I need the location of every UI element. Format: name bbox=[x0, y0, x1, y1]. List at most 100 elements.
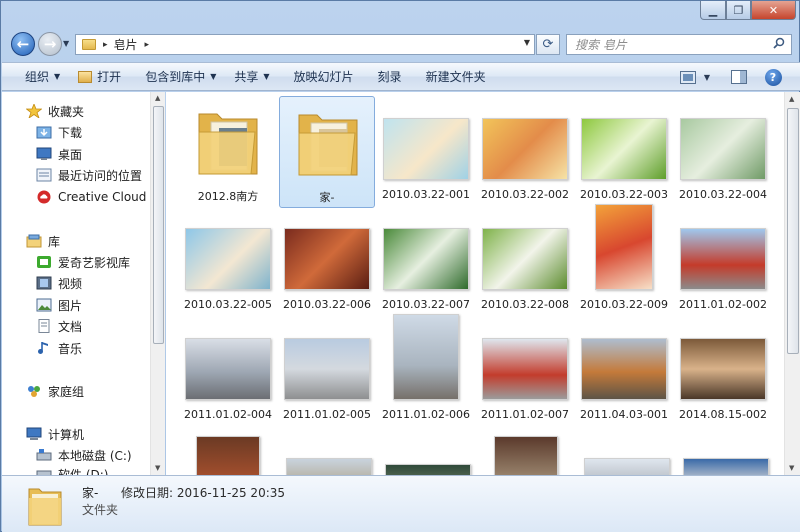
photo-item[interactable]: 2010.03.22-003 bbox=[576, 96, 672, 208]
photo-item[interactable]: 2010.03.22-002 bbox=[477, 96, 573, 208]
photo-thumbnail bbox=[482, 228, 568, 290]
photo-thumbnail[interactable] bbox=[385, 464, 471, 475]
chevron-down-icon: ▼ bbox=[210, 72, 217, 81]
desktop-icon bbox=[36, 147, 52, 160]
file-name-label: 2010.03.22-002 bbox=[481, 188, 569, 201]
breadcrumb-arrow-icon[interactable]: ▸ bbox=[103, 40, 108, 50]
help-button[interactable]: ? bbox=[763, 67, 783, 87]
sidebar-item-label: 下载 bbox=[58, 125, 83, 140]
photo-item[interactable]: 2010.03.22-007 bbox=[378, 206, 474, 318]
photo-thumbnail[interactable] bbox=[584, 458, 670, 475]
breadcrumb-current[interactable]: 皂片 bbox=[114, 36, 138, 53]
folder-item[interactable]: 家- bbox=[279, 96, 375, 208]
download-folder-icon bbox=[36, 126, 52, 139]
address-bar[interactable]: ▸ 皂片 ▸ ▼ bbox=[75, 34, 535, 55]
recent-places-icon bbox=[36, 168, 52, 182]
search-icon[interactable] bbox=[773, 37, 785, 49]
refresh-button[interactable]: ⟳ bbox=[536, 34, 560, 55]
photo-item[interactable]: 2010.03.22-006 bbox=[279, 206, 375, 318]
photo-thumbnail bbox=[680, 228, 766, 290]
scroll-up-icon[interactable]: ▲ bbox=[789, 95, 794, 103]
explorer-window: ▁ ❐ ✕ ← → ▼ ▸ 皂片 ▸ ▼ ⟳ 搜索 皂片 组织 ▼ 打开 包含到库… bbox=[0, 0, 800, 532]
photo-item[interactable]: 2011.04.03-001 bbox=[576, 316, 672, 428]
folder-icon bbox=[28, 488, 62, 526]
sidebar-item-label: 本地磁盘 (C:) bbox=[58, 448, 132, 463]
new-folder-button[interactable]: 新建文件夹 bbox=[417, 66, 495, 88]
share-button[interactable]: 共享 ▼ bbox=[225, 66, 278, 88]
scroll-down-icon[interactable]: ▼ bbox=[789, 464, 794, 472]
photo-thumbnail bbox=[581, 338, 667, 400]
photo-thumbnail[interactable] bbox=[196, 436, 260, 475]
photo-thumbnail bbox=[284, 338, 370, 400]
creative-cloud-icon bbox=[37, 190, 51, 204]
file-list: 2012.8南方 家- 2010.03.22-001 2010.03.22-002 20… bbox=[166, 92, 784, 475]
maximize-button[interactable]: ❐ bbox=[726, 1, 751, 20]
open-button[interactable]: 打开 bbox=[69, 66, 130, 88]
address-history-dropdown[interactable]: ▼ bbox=[524, 38, 530, 47]
file-name-label: 家- bbox=[319, 191, 335, 204]
photo-item[interactable]: 2011.01.02-002 bbox=[675, 206, 771, 318]
photo-item[interactable]: 2011.01.02-007 bbox=[477, 316, 573, 428]
open-label: 打开 bbox=[97, 70, 122, 84]
breadcrumb-arrow-icon[interactable]: ▸ bbox=[145, 40, 150, 50]
file-name-label: 2010.03.22-001 bbox=[382, 188, 470, 201]
photo-thumbnail[interactable] bbox=[494, 436, 558, 475]
photo-item[interactable]: 2010.03.22-009 bbox=[576, 204, 672, 318]
help-icon: ? bbox=[764, 68, 782, 86]
documents-icon bbox=[38, 319, 50, 333]
content-scroll-thumb[interactable] bbox=[787, 108, 799, 354]
photo-thumbnail[interactable] bbox=[286, 458, 372, 475]
details-name: 家- bbox=[82, 486, 99, 500]
photo-item[interactable]: 2010.03.22-008 bbox=[477, 206, 573, 318]
include-in-library-button[interactable]: 包含到库中 ▼ bbox=[136, 66, 225, 88]
minimize-button[interactable]: ▁ bbox=[700, 1, 726, 20]
file-name-label: 2010.03.22-005 bbox=[184, 298, 272, 311]
details-pane: 家- 修改日期: 2016-11-25 20:35 文件夹 bbox=[2, 475, 800, 532]
photo-item[interactable]: 2011.01.02-004 bbox=[180, 316, 276, 428]
forward-button[interactable]: → bbox=[38, 32, 62, 56]
slideshow-button[interactable]: 放映幻灯片 bbox=[285, 66, 363, 88]
photo-item[interactable]: 2011.01.02-005 bbox=[279, 316, 375, 428]
view-options-dropdown[interactable]: ▼ bbox=[700, 67, 714, 87]
command-bar: 组织 ▼ 打开 包含到库中 ▼ 共享 ▼ 放映幻灯片 刻录 新建文件夹 ▼ ? bbox=[2, 62, 800, 91]
sidebar-item-label: 图片 bbox=[58, 298, 83, 313]
close-button[interactable]: ✕ bbox=[751, 1, 796, 20]
recent-pages-dropdown[interactable]: ▼ bbox=[63, 39, 73, 49]
photo-item[interactable]: 2011.01.02-006 bbox=[378, 314, 474, 428]
photo-thumbnail bbox=[284, 228, 370, 290]
folder-item[interactable]: 2012.8南方 bbox=[180, 96, 276, 208]
photo-thumbnail[interactable] bbox=[683, 458, 769, 475]
change-view-button[interactable] bbox=[678, 67, 698, 87]
arrow-right-icon: → bbox=[43, 35, 57, 53]
scroll-up-icon[interactable]: ▲ bbox=[155, 94, 160, 102]
video-icon bbox=[36, 276, 52, 290]
iqiyi-icon bbox=[37, 256, 51, 268]
organize-button[interactable]: 组织 ▼ bbox=[16, 66, 69, 88]
photo-item[interactable]: 2010.03.22-004 bbox=[675, 96, 771, 208]
back-button[interactable]: ← bbox=[11, 32, 35, 56]
organize-label: 组织 bbox=[25, 70, 50, 84]
chevron-down-icon: ▼ bbox=[54, 72, 61, 81]
file-name-label: 2010.03.22-004 bbox=[679, 188, 767, 201]
sidebar-item-label: Creative Cloud Fi bbox=[58, 190, 160, 204]
search-input[interactable]: 搜索 皂片 bbox=[566, 34, 792, 55]
sidebar-computer-label: 计算机 bbox=[48, 427, 85, 442]
photo-item[interactable]: 2010.03.22-005 bbox=[180, 206, 276, 318]
burn-button[interactable]: 刻录 bbox=[369, 66, 411, 88]
content-scrollbar[interactable]: ▲ ▼ bbox=[784, 92, 800, 475]
photo-thumbnail bbox=[680, 338, 766, 400]
refresh-icon: ⟳ bbox=[542, 37, 554, 52]
scroll-down-icon[interactable]: ▼ bbox=[155, 464, 160, 472]
photo-thumbnail bbox=[185, 338, 271, 400]
sidebar-item-label: 视频 bbox=[58, 276, 83, 291]
photo-item[interactable]: 2014.08.15-002 bbox=[675, 316, 771, 428]
sidebar-item-label: 爱奇艺影视库 bbox=[58, 255, 131, 270]
drive-icon bbox=[36, 470, 52, 475]
sidebar-homegroup-label: 家庭组 bbox=[48, 384, 85, 399]
photo-item[interactable]: 2010.03.22-001 bbox=[378, 96, 474, 208]
sidebar-item-label: 音乐 bbox=[58, 341, 83, 356]
sidebar-scroll-thumb[interactable] bbox=[153, 106, 164, 344]
computer-icon bbox=[26, 427, 42, 440]
preview-pane-button[interactable] bbox=[729, 67, 749, 87]
sidebar-scrollbar[interactable]: ▲ ▼ bbox=[150, 92, 165, 475]
